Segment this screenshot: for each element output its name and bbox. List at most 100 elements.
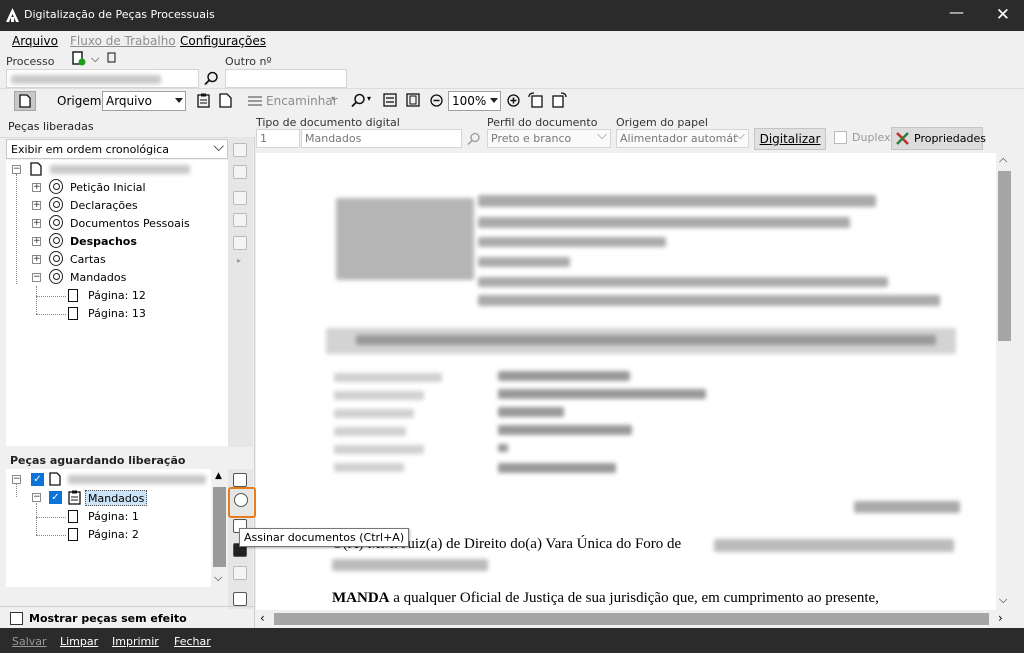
tree-item-mandados[interactable]: Mandados <box>70 270 126 286</box>
zoom-select[interactable]: 100% <box>448 91 501 111</box>
tipo-input[interactable]: Mandados <box>301 129 462 148</box>
menu-fluxo-de-trabalho[interactable]: Fluxo de Trabalho <box>70 34 176 48</box>
mandados-checkbox[interactable]: ✓ <box>49 491 62 504</box>
scroll-down-icon[interactable]: ⌵ <box>214 571 222 585</box>
limpar-button[interactable]: Limpar <box>60 635 98 648</box>
app-logo-icon <box>6 8 19 22</box>
encaminhar-dropdown-icon[interactable]: ▾ <box>331 94 335 103</box>
remove-signature-icon[interactable] <box>233 566 247 580</box>
bookmark-icon[interactable] <box>107 52 117 64</box>
origem-papel-value: Alimentador automát <box>620 132 738 145</box>
collapse-icon[interactable]: − <box>12 165 21 174</box>
scroll-right-icon[interactable]: › <box>998 611 1003 625</box>
certificate-icon[interactable] <box>233 143 247 157</box>
select-all-checkbox[interactable]: ✓ <box>31 473 44 486</box>
blank-page-icon[interactable] <box>219 93 232 108</box>
collapse-icon[interactable]: − <box>32 493 41 502</box>
perfil-select[interactable]: Preto e branco ⌵ <box>487 128 611 148</box>
mostrar-checkbox[interactable] <box>10 612 23 625</box>
encaminhar-button[interactable]: Encaminhar <box>266 94 338 108</box>
collapse-icon[interactable]: − <box>32 273 41 282</box>
page-icon <box>68 510 78 523</box>
add-document-icon[interactable] <box>233 473 247 487</box>
zoom-out-icon[interactable] <box>430 94 443 107</box>
certificate-icon <box>49 233 63 248</box>
zoom-search-icon[interactable] <box>350 93 366 108</box>
certificate-icon <box>49 251 63 266</box>
expand-icon[interactable]: + <box>32 237 41 246</box>
remove-signature-icon[interactable] <box>233 165 247 179</box>
outro-numero-input[interactable] <box>225 69 347 88</box>
document-horizontal-scrollbar[interactable]: ‹ › <box>256 610 1013 628</box>
processo-input[interactable] <box>6 69 199 88</box>
origem-papel-select[interactable]: Alimentador automát ⌵ <box>616 128 749 148</box>
released-panel-header: Peças liberadas <box>0 114 255 138</box>
new-document-icon[interactable] <box>72 51 86 66</box>
scroll-left-icon[interactable]: ‹ <box>260 611 265 625</box>
rotate-right-icon[interactable] <box>551 92 567 108</box>
expand-icon[interactable]: + <box>32 255 41 264</box>
page-icon <box>49 472 61 486</box>
zoom-in-icon[interactable] <box>507 94 520 107</box>
search-icon[interactable] <box>204 71 219 86</box>
close-icon[interactable]: ✕ <box>996 5 1010 25</box>
released-tree: − + Petição Inicial + Declarações + Docu… <box>6 160 228 446</box>
tools-icon <box>896 132 909 145</box>
copy-icon[interactable] <box>233 592 247 606</box>
tipo-code-input[interactable]: 1 <box>256 129 300 148</box>
zoom-dropdown-icon[interactable]: ▾ <box>367 94 371 103</box>
expand-icon[interactable]: + <box>32 183 41 192</box>
page-icon <box>68 289 78 302</box>
horizontal-scroll-thumb[interactable] <box>274 613 989 625</box>
tree-item-declaracoes[interactable]: Declarações <box>70 198 138 214</box>
list-icon <box>248 96 262 106</box>
salvar-button[interactable]: Salvar <box>12 635 47 648</box>
tree-item-documentos-pessoais[interactable]: Documentos Pessoais <box>70 216 190 232</box>
outro-numero-label: Outro nº <box>225 55 272 68</box>
fechar-button[interactable]: Fechar <box>174 635 211 648</box>
duplex-checkbox[interactable] <box>834 131 847 144</box>
page-mode-button[interactable] <box>14 91 36 111</box>
copy-icon[interactable] <box>233 213 247 227</box>
tree-page-12[interactable]: Página: 12 <box>88 288 146 304</box>
scroll-up-icon[interactable]: ⌵ <box>999 154 1007 168</box>
origem-select[interactable]: Arquivo <box>102 91 186 111</box>
edit-icon[interactable] <box>233 191 247 205</box>
expand-icon[interactable]: + <box>32 201 41 210</box>
imprimir-button[interactable]: Imprimir <box>112 635 159 648</box>
collapse-icon[interactable]: − <box>12 475 21 484</box>
tree-item-despachos[interactable]: Despachos <box>70 234 137 250</box>
mostrar-label[interactable]: Mostrar peças sem efeito <box>29 612 187 625</box>
minimize-icon[interactable]: — <box>949 3 964 21</box>
scroll-down-icon[interactable]: ⌵ <box>999 593 1007 607</box>
document-vertical-scrollbar[interactable]: ⌵ ⌵ <box>996 153 1013 610</box>
vertical-scroll-thumb[interactable] <box>998 171 1011 341</box>
rotate-left-icon[interactable] <box>528 92 544 108</box>
menu-configuracoes[interactable]: Configurações <box>180 34 266 48</box>
tree-page-13[interactable]: Página: 13 <box>88 306 146 322</box>
search-icon[interactable] <box>467 132 481 146</box>
digitalizar-button[interactable]: Digitalizar <box>754 128 826 150</box>
page-icon <box>30 162 42 176</box>
awaiting-page-1[interactable]: Página: 1 <box>88 509 139 525</box>
chevron-down-icon[interactable]: ⌵ <box>91 52 99 66</box>
awaiting-scrollbar[interactable]: ▲ ⌵ <box>211 469 228 587</box>
fit-width-icon[interactable] <box>383 93 397 107</box>
awaiting-panel-title: Peças aguardando liberação <box>10 454 186 467</box>
lock-icon[interactable] <box>233 236 247 250</box>
propriedades-button[interactable]: Propriedades <box>891 127 986 150</box>
awaiting-item-mandados[interactable]: Mandados <box>85 490 148 506</box>
menu-arquivo[interactable]: Arquivo <box>12 34 58 48</box>
window-title: Digitalização de Peças Processuais <box>24 8 215 21</box>
more-icon[interactable]: ▸ <box>237 256 241 265</box>
sort-select[interactable]: Exibir em ordem cronológica ⌵ <box>6 139 228 159</box>
tree-item-peticao-inicial[interactable]: Petição Inicial <box>70 180 146 196</box>
awaiting-page-2[interactable]: Página: 2 <box>88 527 139 543</box>
scroll-thumb[interactable] <box>213 487 226 567</box>
mostrar-bar: Mostrar peças sem efeito <box>0 606 255 628</box>
scroll-up-icon[interactable]: ▲ <box>215 471 222 481</box>
tree-item-cartas[interactable]: Cartas <box>70 252 106 268</box>
expand-icon[interactable]: + <box>32 219 41 228</box>
fit-page-icon[interactable] <box>406 93 420 107</box>
clipboard-icon[interactable] <box>197 93 210 108</box>
